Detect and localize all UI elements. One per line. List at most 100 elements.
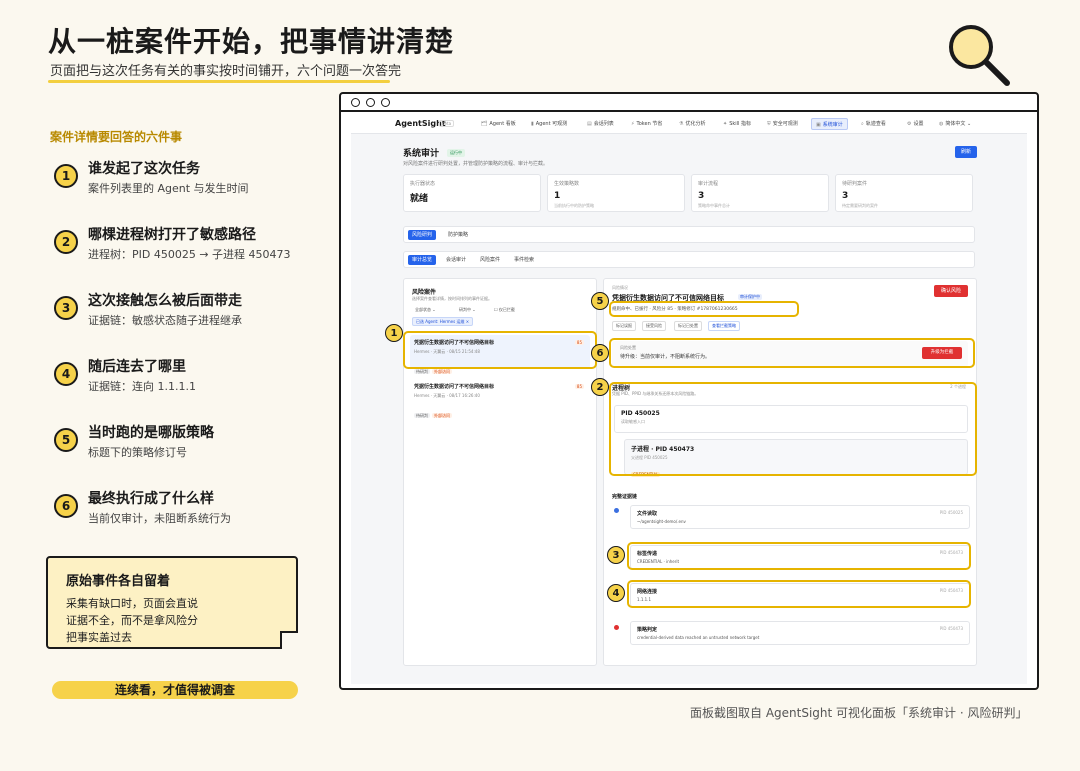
question-number: 5: [54, 428, 78, 452]
questions-heading: 案件详情要回答的六件事: [50, 130, 183, 144]
nav-item-agent-dashboard[interactable]: 🗂 Agent 看板: [477, 118, 520, 130]
subtitle-underline: [48, 80, 390, 83]
question-desc: 证据链：敏感状态随子进程继承: [88, 314, 242, 327]
stat-card: 生效策略数 1 当前执行中的防护策略: [547, 174, 685, 212]
marker-badge: 4: [607, 584, 625, 602]
list-desc: 选择案件查看详情，按时间排列的事件证据。: [412, 296, 492, 301]
mark-false-positive-button[interactable]: 标记误报: [612, 321, 636, 331]
window-dot-icon: [366, 98, 375, 107]
mark-handled-button[interactable]: 标记已处置: [674, 321, 702, 331]
summary-pill: 连续看，才值得被调查: [52, 681, 298, 699]
event-dot-icon: [614, 625, 619, 630]
nav-item-optimize[interactable]: ⚗ 优化分析: [675, 118, 710, 130]
stat-card: 待研判案件 3 待定需要研判的案件: [835, 174, 973, 212]
nav-item-settings[interactable]: ⚙ 设置: [903, 118, 928, 130]
marker-badge: 1: [385, 324, 403, 342]
highlight-box: [609, 382, 977, 476]
nav-item-system-audit[interactable]: ▣ 系统审计: [811, 118, 848, 130]
page-subtitle: 页面把与这次任务有关的事实按时间铺开，六个问题一次答完: [50, 64, 402, 79]
flask-icon: ⚗: [679, 121, 684, 127]
tab-protection-policy[interactable]: 防护策略: [444, 230, 472, 240]
question-number: 2: [54, 230, 78, 254]
question-number: 4: [54, 362, 78, 386]
status-filter-select[interactable]: 全部状态 ⌄: [412, 305, 439, 314]
brand-badge: beta: [439, 120, 455, 127]
agent-filter-chip[interactable]: 已选 Agent: Hermes 运维 ×: [412, 317, 474, 326]
stage-filter-select[interactable]: 研判中 ⌄: [456, 305, 479, 314]
highlight-box: [627, 542, 971, 570]
tab-session-audit[interactable]: 会话审计: [442, 255, 470, 265]
detail-sublabel: 风险情况: [612, 285, 628, 290]
app-window: AgentSight beta 🗂 Agent 看板 ▮ Agent 可观测 ▤ 会话…: [351, 114, 1027, 684]
confirm-risk-button[interactable]: 确认风险: [934, 285, 968, 297]
audit-page-desc: 对风险案件进行研判处置，并管理防护策略的流程、审计与拦截。: [403, 161, 549, 167]
marker-badge: 2: [591, 378, 609, 396]
language-select[interactable]: ◍ 简体中文 ⌄: [935, 118, 975, 130]
nav-item-token[interactable]: ⚡ Token 节省: [627, 118, 666, 130]
question-title: 这次接触怎么被后面带走: [88, 293, 242, 309]
search-icon: ⌕: [861, 121, 864, 127]
stat-card: 审计流程 3 策略命中事件总计: [691, 174, 829, 212]
question-item: 1 谁发起了这次任务 案件列表里的 Agent 与发生时间: [54, 158, 354, 198]
question-item: 4 随后连去了哪里 证据链：连向 1.1.1.1: [54, 356, 354, 396]
question-desc: 案件列表里的 Agent 与发生时间: [88, 182, 249, 195]
shield-icon: ⛨: [767, 121, 771, 127]
tab-risk-review[interactable]: 风险研判: [408, 230, 437, 240]
evidence-chain-title: 完整证据链: [612, 494, 638, 500]
highlight-box: [609, 301, 799, 317]
evidence-event[interactable]: 文件读取 ~/agentsight-demo/.env PID 450025: [630, 505, 970, 529]
protection-badge: 审计保护中: [738, 294, 762, 300]
note-body: 采集有缺口时，页面会直说 证据不全，而不是拿风险分 把事实盖过去: [66, 597, 198, 644]
note-fold: [280, 631, 298, 649]
question-item: 3 这次接触怎么被后面带走 证据链：敏感状态随子进程继承: [54, 290, 354, 330]
secondary-tabs: 审计总览 会话审计 风险案件 事件检索: [403, 251, 975, 268]
marker-badge: 3: [607, 546, 625, 564]
gear-icon: ⚙: [907, 121, 912, 127]
refresh-button[interactable]: 刷新: [955, 146, 977, 158]
question-title: 哪棵进程树打开了敏感路径: [88, 227, 256, 243]
highlight-box: [609, 338, 975, 368]
chevron-down-icon: ⌄: [472, 307, 476, 312]
question-title: 谁发起了这次任务: [88, 161, 200, 177]
question-desc: 标题下的策略修订号: [88, 446, 187, 459]
tab-audit-overview[interactable]: 审计总览: [408, 255, 437, 265]
dashboard-icon: 🗂: [481, 121, 488, 127]
highlight-box: [627, 580, 971, 608]
view-policy-button[interactable]: 查看拦截策略: [708, 321, 740, 331]
audit-icon: ▣: [816, 122, 821, 128]
blocked-only-checkbox[interactable]: ☐ 仅已拦截: [494, 305, 515, 314]
stat-card: 执行器状态 就绪: [403, 174, 541, 212]
question-title: 当时跑的是哪版策略: [88, 425, 214, 441]
question-title: 最终执行成了什么样: [88, 491, 214, 507]
note-title: 原始事件各自留着: [66, 574, 171, 589]
globe-icon: ◍: [939, 121, 944, 127]
sticky-note: 原始事件各自留着 采集有缺口时，页面会直说 证据不全，而不是拿风险分 把事实盖过…: [46, 556, 298, 649]
question-number: 3: [54, 296, 78, 320]
accept-risk-button[interactable]: 接受风险: [642, 321, 666, 331]
event-dot-icon: [614, 508, 619, 513]
chevron-down-icon: ⌄: [966, 121, 972, 127]
nav-item-trace[interactable]: ⌕ 轨迹查看: [857, 118, 890, 130]
question-number: 6: [54, 494, 78, 518]
tab-risk-cases[interactable]: 风险案件: [476, 255, 504, 265]
source-caption: 面板截图取自 AgentSight 可视化面板「系统审计 · 风险研判」: [690, 706, 1028, 720]
nav-item-skill[interactable]: ✦ Skill 指标: [719, 118, 755, 130]
evidence-event[interactable]: 策略判定 credential-derived data reached an …: [630, 621, 970, 645]
audit-page-title: 系统审计: [403, 149, 440, 159]
highlight-box: [403, 331, 597, 369]
window-dot-icon: [381, 98, 390, 107]
top-nav: AgentSight beta 🗂 Agent 看板 ▮ Agent 可观测 ▤ 会话…: [351, 114, 1027, 134]
nav-item-agent-observe[interactable]: ▮ Agent 可观测: [527, 118, 571, 130]
nav-item-sessions[interactable]: ▤ 会话列表: [583, 118, 618, 130]
nav-item-security[interactable]: ⛨ 安全可观测: [763, 118, 802, 130]
list-icon: ▤: [587, 121, 592, 127]
question-title: 随后连去了哪里: [88, 359, 186, 375]
tab-event-search[interactable]: 事件检索: [510, 255, 538, 265]
magnifier-icon: [949, 25, 1010, 86]
marker-badge: 5: [591, 292, 609, 310]
star-icon: ✦: [723, 121, 728, 127]
list-item[interactable]: 凭据衍生数据访问了不可信网络目标 Hermes · 天翼云 · 08/17 16…: [410, 379, 590, 418]
question-desc: 进程树：PID 450025 → 子进程 450473: [88, 248, 291, 261]
question-item: 5 当时跑的是哪版策略 标题下的策略修订号: [54, 422, 354, 462]
question-item: 6 最终执行成了什么样 当前仅审计，未阻断系统行为: [54, 488, 354, 528]
